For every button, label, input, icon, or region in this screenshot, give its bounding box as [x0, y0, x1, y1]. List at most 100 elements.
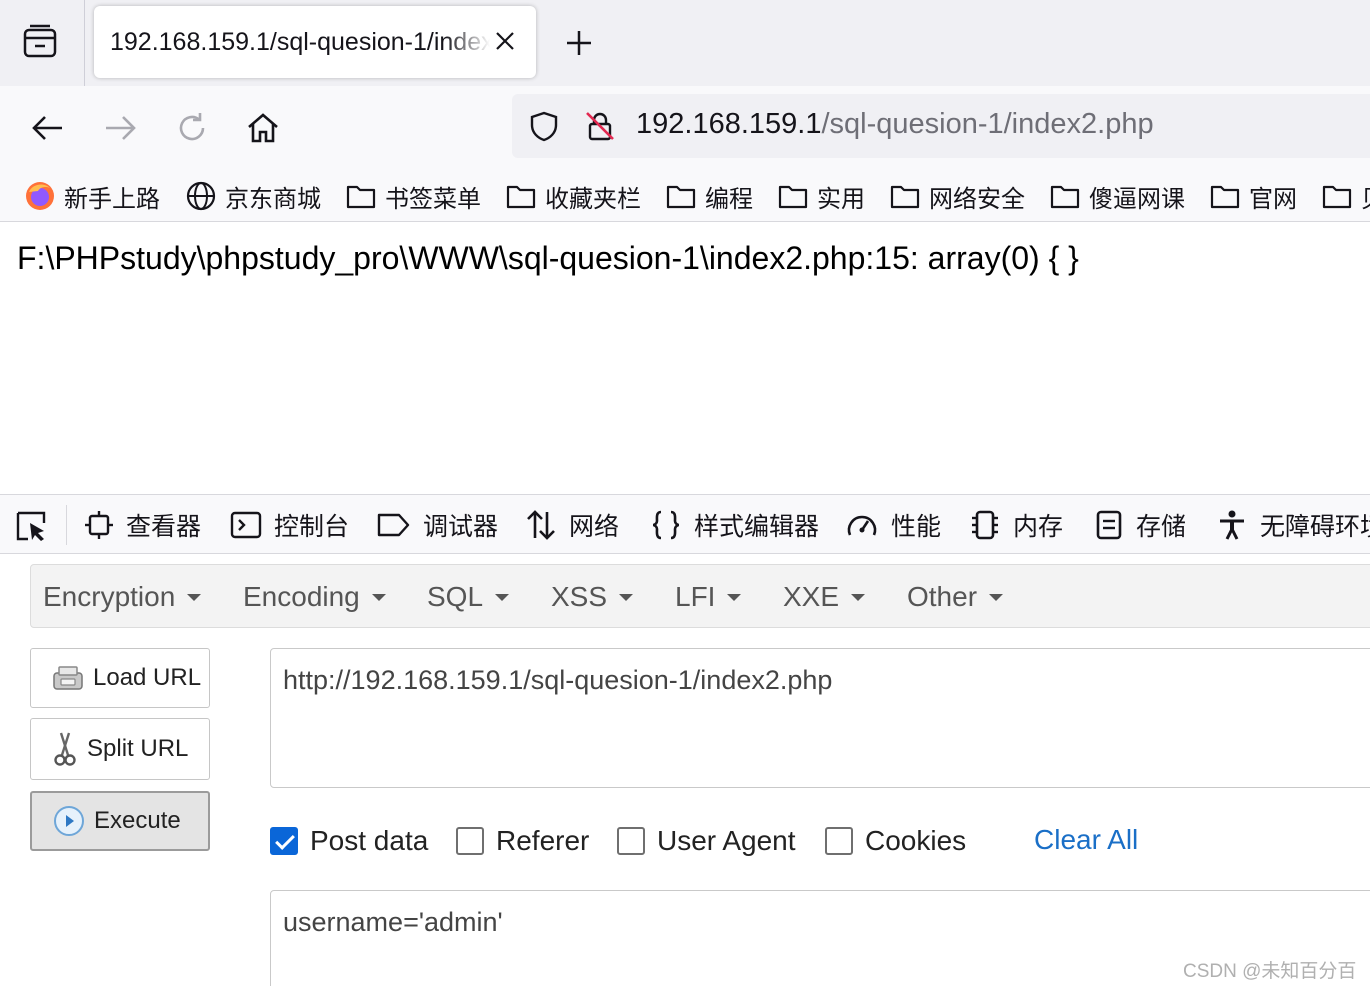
devtools-tab-console[interactable]: 控制台 [230, 507, 349, 543]
cookies-checkbox[interactable] [825, 827, 853, 855]
reload-icon[interactable] [174, 110, 210, 146]
menu-other[interactable]: Other [907, 581, 1004, 613]
bookmark-item[interactable]: 京东商城 [185, 180, 321, 213]
menu-sql[interactable]: SQL [427, 581, 510, 613]
insecure-lock-icon[interactable] [584, 110, 616, 142]
option-label: User Agent [657, 825, 796, 856]
bookmark-folder[interactable]: 编程 [665, 180, 753, 213]
tab-strip: 192.168.159.1/sql-quesion-1/index2.php [0, 0, 1370, 86]
bookmark-folder[interactable]: 实用 [777, 180, 865, 213]
option-label: Referer [496, 825, 590, 856]
devtools-tab-accessibility[interactable]: 无障碍环境 [1216, 507, 1370, 543]
url-host: 192.168.159.1 [636, 108, 822, 140]
globe-icon [186, 181, 216, 211]
bookmark-folder[interactable]: 书签菜单 [345, 180, 481, 213]
load-url-button[interactable]: Load URL [30, 648, 210, 708]
tab-list-icon [23, 24, 57, 58]
devtools-tab-performance[interactable]: 性能 [845, 507, 941, 543]
shield-icon[interactable] [528, 110, 560, 142]
bookmark-label: 贝 [1361, 180, 1370, 213]
network-icon [527, 510, 555, 540]
watermark: CSDN @未知百分百 [1183, 961, 1357, 982]
devtools-tab-label: 网络 [569, 513, 620, 541]
devtools-tab-storage[interactable]: 存储 [1094, 507, 1186, 543]
active-tab[interactable]: 192.168.159.1/sql-quesion-1/index2.php [94, 6, 536, 78]
bookmark-label: 网络安全 [929, 185, 1025, 213]
caret-down-icon [495, 593, 510, 601]
menu-xss[interactable]: XSS [551, 581, 634, 613]
menu-label: XSS [551, 581, 608, 612]
devtools-tab-label: 无障碍环境 [1260, 513, 1370, 541]
menu-encryption[interactable]: Encryption [43, 581, 202, 613]
inspector-icon [85, 511, 113, 539]
cookies-option[interactable]: Cookies [825, 825, 967, 856]
bookmark-label: 收藏夹栏 [545, 185, 641, 213]
option-label: Cookies [865, 825, 967, 856]
post-data-option[interactable]: Post data [270, 825, 428, 856]
toolbar-separator [66, 505, 67, 545]
navigation-bar: 192.168.159.1/sql-quesion-1/index2.php [0, 86, 1370, 170]
play-icon [54, 806, 84, 836]
devtools-tab-label: 查看器 [126, 513, 202, 541]
bookmark-label: 京东商城 [225, 185, 321, 213]
bookmark-item[interactable]: 新手上路 [24, 180, 160, 213]
execute-label: Execute [94, 807, 181, 834]
tab-list-button[interactable] [18, 22, 62, 62]
element-picker-icon[interactable] [14, 509, 48, 543]
referer-checkbox[interactable] [456, 827, 484, 855]
devtools-tab-debugger[interactable]: 调试器 [377, 507, 498, 543]
clear-all-link[interactable]: Clear All [1034, 824, 1138, 856]
scissors-icon [54, 732, 76, 766]
storage-icon [1096, 510, 1122, 540]
bookmark-folder[interactable]: 贝 [1321, 180, 1370, 212]
console-icon [230, 511, 262, 539]
user-agent-checkbox[interactable] [617, 827, 645, 855]
devtools-tab-label: 内存 [1013, 513, 1064, 541]
close-tab-icon[interactable] [492, 28, 518, 54]
bookmark-folder[interactable]: 傻逼网课 [1049, 180, 1185, 213]
post-data-checkbox[interactable] [270, 827, 298, 855]
memory-icon [972, 510, 998, 540]
devtools-tab-memory[interactable]: 内存 [969, 507, 1063, 543]
menu-encoding[interactable]: Encoding [243, 581, 386, 613]
bookmark-folder[interactable]: 官网 [1209, 180, 1297, 213]
url-bar[interactable]: 192.168.159.1/sql-quesion-1/index2.php [512, 94, 1370, 158]
firefox-icon [26, 182, 54, 210]
folder-icon [1050, 185, 1080, 209]
devtools-toolbar: 查看器 控制台 调试器 网络 样式编辑器 性能 内存 存储 无障碍环 [0, 494, 1370, 554]
url-textarea[interactable]: http://192.168.159.1/sql-quesion-1/index… [270, 648, 1370, 788]
split-url-button[interactable]: Split URL [30, 718, 210, 780]
devtools-tab-label: 样式编辑器 [694, 513, 820, 541]
referer-option[interactable]: Referer [456, 825, 590, 856]
devtools-tab-network[interactable]: 网络 [525, 507, 619, 543]
forward-icon[interactable] [102, 110, 138, 146]
devtools-tab-label: 控制台 [274, 513, 350, 541]
bookmark-label: 书签菜单 [385, 185, 481, 213]
page-output-text: F:\PHPstudy\phpstudy_pro\WWW\sql-quesion… [17, 240, 1079, 276]
new-tab-icon[interactable] [563, 27, 595, 59]
devtools-tab-style-editor[interactable]: 样式编辑器 [650, 507, 819, 543]
load-url-icon [53, 666, 83, 690]
bookmark-folder[interactable]: 网络安全 [889, 180, 1025, 213]
folder-icon [778, 185, 808, 209]
url-text[interactable]: 192.168.159.1/sql-quesion-1/index2.php [636, 108, 1154, 141]
menu-xxe[interactable]: XXE [783, 581, 866, 613]
menu-label: Other [907, 581, 978, 612]
caret-down-icon [851, 593, 866, 601]
menu-lfi[interactable]: LFI [675, 581, 742, 613]
devtools-tab-inspector[interactable]: 查看器 [84, 507, 201, 543]
user-agent-option[interactable]: User Agent [617, 825, 796, 856]
accessibility-icon [1220, 510, 1244, 540]
back-icon[interactable] [30, 110, 66, 146]
menu-label: SQL [427, 581, 484, 612]
devtools-tab-label: 调试器 [423, 513, 499, 541]
execute-button[interactable]: Execute [30, 791, 210, 851]
bookmark-folder[interactable]: 收藏夹栏 [505, 180, 641, 213]
debugger-icon [377, 513, 410, 537]
caret-down-icon [371, 593, 386, 601]
split-url-label: Split URL [87, 735, 189, 762]
folder-icon [666, 185, 696, 209]
folder-icon [1322, 185, 1352, 209]
home-icon[interactable] [245, 110, 281, 146]
folder-icon [346, 185, 376, 209]
